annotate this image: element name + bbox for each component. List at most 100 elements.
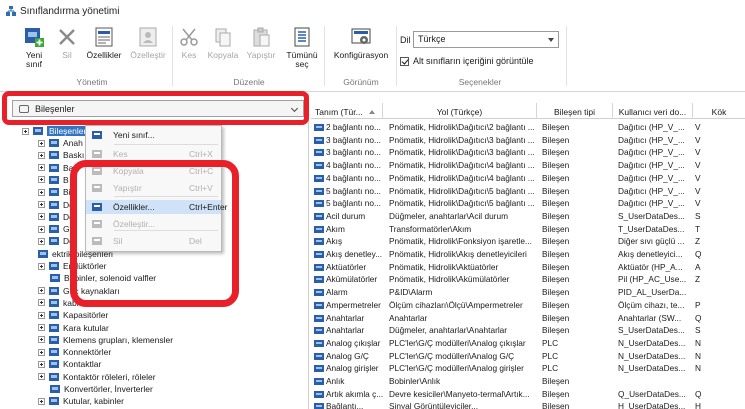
tree-item[interactable]: Kapasitörler (38, 309, 108, 321)
table-row[interactable]: Aktüatörler Pnömatik, Hidrolik\Aktüatörle… (311, 261, 745, 274)
expand-icon[interactable] (38, 213, 45, 221)
ribbon-separator (566, 26, 567, 86)
tree-item[interactable]: B (38, 174, 69, 186)
expand-icon[interactable] (38, 311, 45, 319)
table-cell: Transformatörler\Akım (389, 223, 472, 234)
table-cell: 5 bağlantı no... (311, 197, 383, 210)
table-row[interactable]: 2 bağlantı no... Pnömatik, Hidrolik\Dağıt… (311, 121, 745, 134)
expand-icon[interactable] (38, 188, 45, 196)
menu-item-label: Kes (113, 149, 128, 159)
tree-item[interactable]: Kutular, kabinler (38, 395, 124, 407)
properties-button[interactable]: Özellikler (84, 26, 124, 60)
table-row[interactable]: Anahtarlar Anahtarlar Bileşen Anahtarlar (S… (311, 312, 745, 325)
table-cell: Bileşen (542, 122, 570, 132)
table-row[interactable]: Anahtarlar Düğmeler, anahtarlar\Anahtarla… (311, 324, 745, 337)
table-row[interactable]: 3 bağlantı no... Pnömatik, Hidrolik\Dağıt… (311, 134, 745, 147)
table-row[interactable]: Artık akımla ç... Devre kesiciler\Manyeto… (311, 388, 745, 401)
tree-item[interactable]: Klemens grupları, klemensler (38, 334, 173, 346)
ribbon: Yeni sınıf Sil Özellikler Özelleştir Yön… (0, 22, 745, 92)
configuration-button[interactable]: Konfigürasyon (328, 26, 394, 60)
column-header-path[interactable]: Yol (Türkçe) (383, 103, 537, 119)
new-class-icon (91, 129, 103, 141)
tree-item[interactable]: Bi (38, 186, 71, 198)
component-icon (314, 403, 324, 409)
table-row[interactable]: 5 bağlantı no... Pnömatik, Hidrolik\Dağıt… (311, 197, 745, 210)
customize-button[interactable]: Özelleştir (128, 26, 168, 60)
table-row[interactable]: Akım Transformatörler\Akım Bileşen T_UserDa… (311, 223, 745, 236)
table-row[interactable]: Bağlantı... Sinyal Görüntüleyiciler... Bil… (311, 400, 745, 409)
expand-icon[interactable] (38, 397, 45, 405)
tree-item[interactable]: Kontaktör röleleri, röleler (38, 371, 156, 383)
menu-item-new-class[interactable]: Yeni sınıf... (86, 128, 221, 142)
tree-item[interactable]: Dö (38, 199, 74, 211)
expand-icon[interactable] (38, 262, 45, 270)
tree-root[interactable]: Bileşenler (22, 125, 89, 137)
tree-item[interactable]: Kara kutular (38, 322, 109, 334)
component-icon (314, 136, 324, 144)
expand-icon[interactable] (38, 348, 45, 356)
new-class-button[interactable]: Yeni sınıf (14, 26, 54, 69)
table-cell: S_UserDataDes... (618, 325, 685, 336)
select-all-button[interactable]: Tümünü seç (284, 26, 320, 69)
expand-icon[interactable] (38, 139, 45, 147)
tree-item[interactable]: Baskı (38, 149, 84, 161)
expand-icon[interactable] (38, 360, 45, 368)
column-header-definition[interactable]: Tanım (Tür... (311, 103, 383, 119)
table-row[interactable]: Anlık Bobinler\Anlık Bileşen (311, 375, 745, 388)
expand-icon[interactable] (38, 164, 45, 172)
table-row[interactable]: Analog girişler PLC'ler\G/Ç modülleri\Ana… (311, 362, 745, 375)
column-header-component-type[interactable]: Bileşen tipi (537, 103, 613, 119)
expand-icon[interactable] (38, 151, 45, 159)
tree-item[interactable]: Konnektörler (38, 346, 111, 358)
class-node-icon (49, 225, 59, 234)
table-cell: S (695, 210, 701, 221)
expand-icon[interactable] (38, 336, 45, 344)
expand-icon[interactable] (38, 225, 45, 233)
table-cell: Pnömatik, Hidrolik\Dağıtıcı\2 bağlantı .… (389, 122, 535, 132)
expand-icon[interactable] (38, 201, 45, 208)
table-cell: Bileşen (542, 299, 570, 310)
paste-button[interactable]: Yapıştır (244, 26, 278, 60)
column-header-root[interactable]: Kök (693, 103, 745, 119)
table-cell: Bileşen (542, 287, 570, 298)
table-row[interactable]: Analog G/Ç PLC'ler\G/Ç modülleri\Analog G… (311, 350, 745, 363)
tree-item[interactable]: Konvertörler, İnverterler (50, 383, 153, 395)
menu-item-label: Yeni sınıf... (113, 130, 155, 140)
table-cell: V (695, 122, 701, 132)
expand-icon[interactable] (38, 299, 45, 307)
copy-button[interactable]: Kopyala (206, 26, 240, 60)
folder-icon (33, 127, 43, 135)
table-cell: Ölçüm cihazı, te... (618, 299, 685, 310)
table-cell: Ölçüm cihazları\Ölçü\Ampermetreler (389, 299, 523, 310)
expand-icon[interactable] (38, 237, 45, 245)
show-subclasses-option[interactable]: Alt sınıfların içeriğini görüntüle (400, 56, 534, 66)
column-header-user-data[interactable]: Kullanıcı veri do... (613, 103, 693, 119)
language-select[interactable]: Türkçe (413, 31, 559, 48)
cut-button[interactable]: Kes (178, 26, 200, 60)
tree-item[interactable]: Dö (38, 211, 74, 223)
table-row[interactable]: Analog çıkışlar PLC'ler\G/Ç modülleri\Ana… (311, 337, 745, 350)
delete-button[interactable]: Sil (56, 26, 78, 60)
tree-item[interactable]: Kontaktlar (38, 358, 101, 370)
table-row[interactable]: Acil durum Düğmeler, anahtarlar\Acil duru… (311, 210, 745, 223)
table-row[interactable]: 4 bağlantı no... Pnömatik, Hidrolik\Dağıt… (311, 159, 745, 172)
expand-icon[interactable] (38, 373, 45, 381)
tree-item[interactable]: Anah (38, 137, 83, 149)
collapse-icon[interactable] (22, 127, 29, 135)
table-row[interactable]: 4 bağlantı no... Pnömatik, Hidrolik\Dağıt… (311, 172, 745, 185)
table-row[interactable]: Akümülatörler Pnömatik, Hidrolik\Akümülat… (311, 273, 745, 286)
table-row[interactable]: Alarm P&ID\Alarm Bileşen PID_AL_UserDa... (311, 286, 745, 299)
table-row[interactable]: Ampermetreler Ölçüm cihazları\Ölçü\Amperm… (311, 299, 745, 312)
expand-icon[interactable] (38, 287, 45, 295)
expand-icon[interactable] (38, 176, 45, 184)
tree-item[interactable]: Gi (38, 223, 72, 235)
expand-icon[interactable] (38, 324, 45, 331)
title-bar: Sınıflandırma yönetimi (0, 0, 745, 22)
table-row[interactable]: 3 bağlantı no... Pnömatik, Hidrolik\Dağıt… (311, 146, 745, 159)
table-row[interactable]: Akış denetley... Pnömatik, Hidrolik\Akış … (311, 248, 745, 261)
table-row[interactable]: 5 bağlantı no... Pnömatik, Hidrolik\Dağıt… (311, 185, 745, 198)
show-subclasses-checkbox[interactable] (400, 56, 409, 66)
table-row[interactable]: Akış Pnömatik, Hidrolik\Fonksiyon işaretl… (311, 235, 745, 248)
component-icon (314, 212, 324, 220)
menu-item-cut[interactable]: Kes Ctrl+X (86, 147, 221, 161)
